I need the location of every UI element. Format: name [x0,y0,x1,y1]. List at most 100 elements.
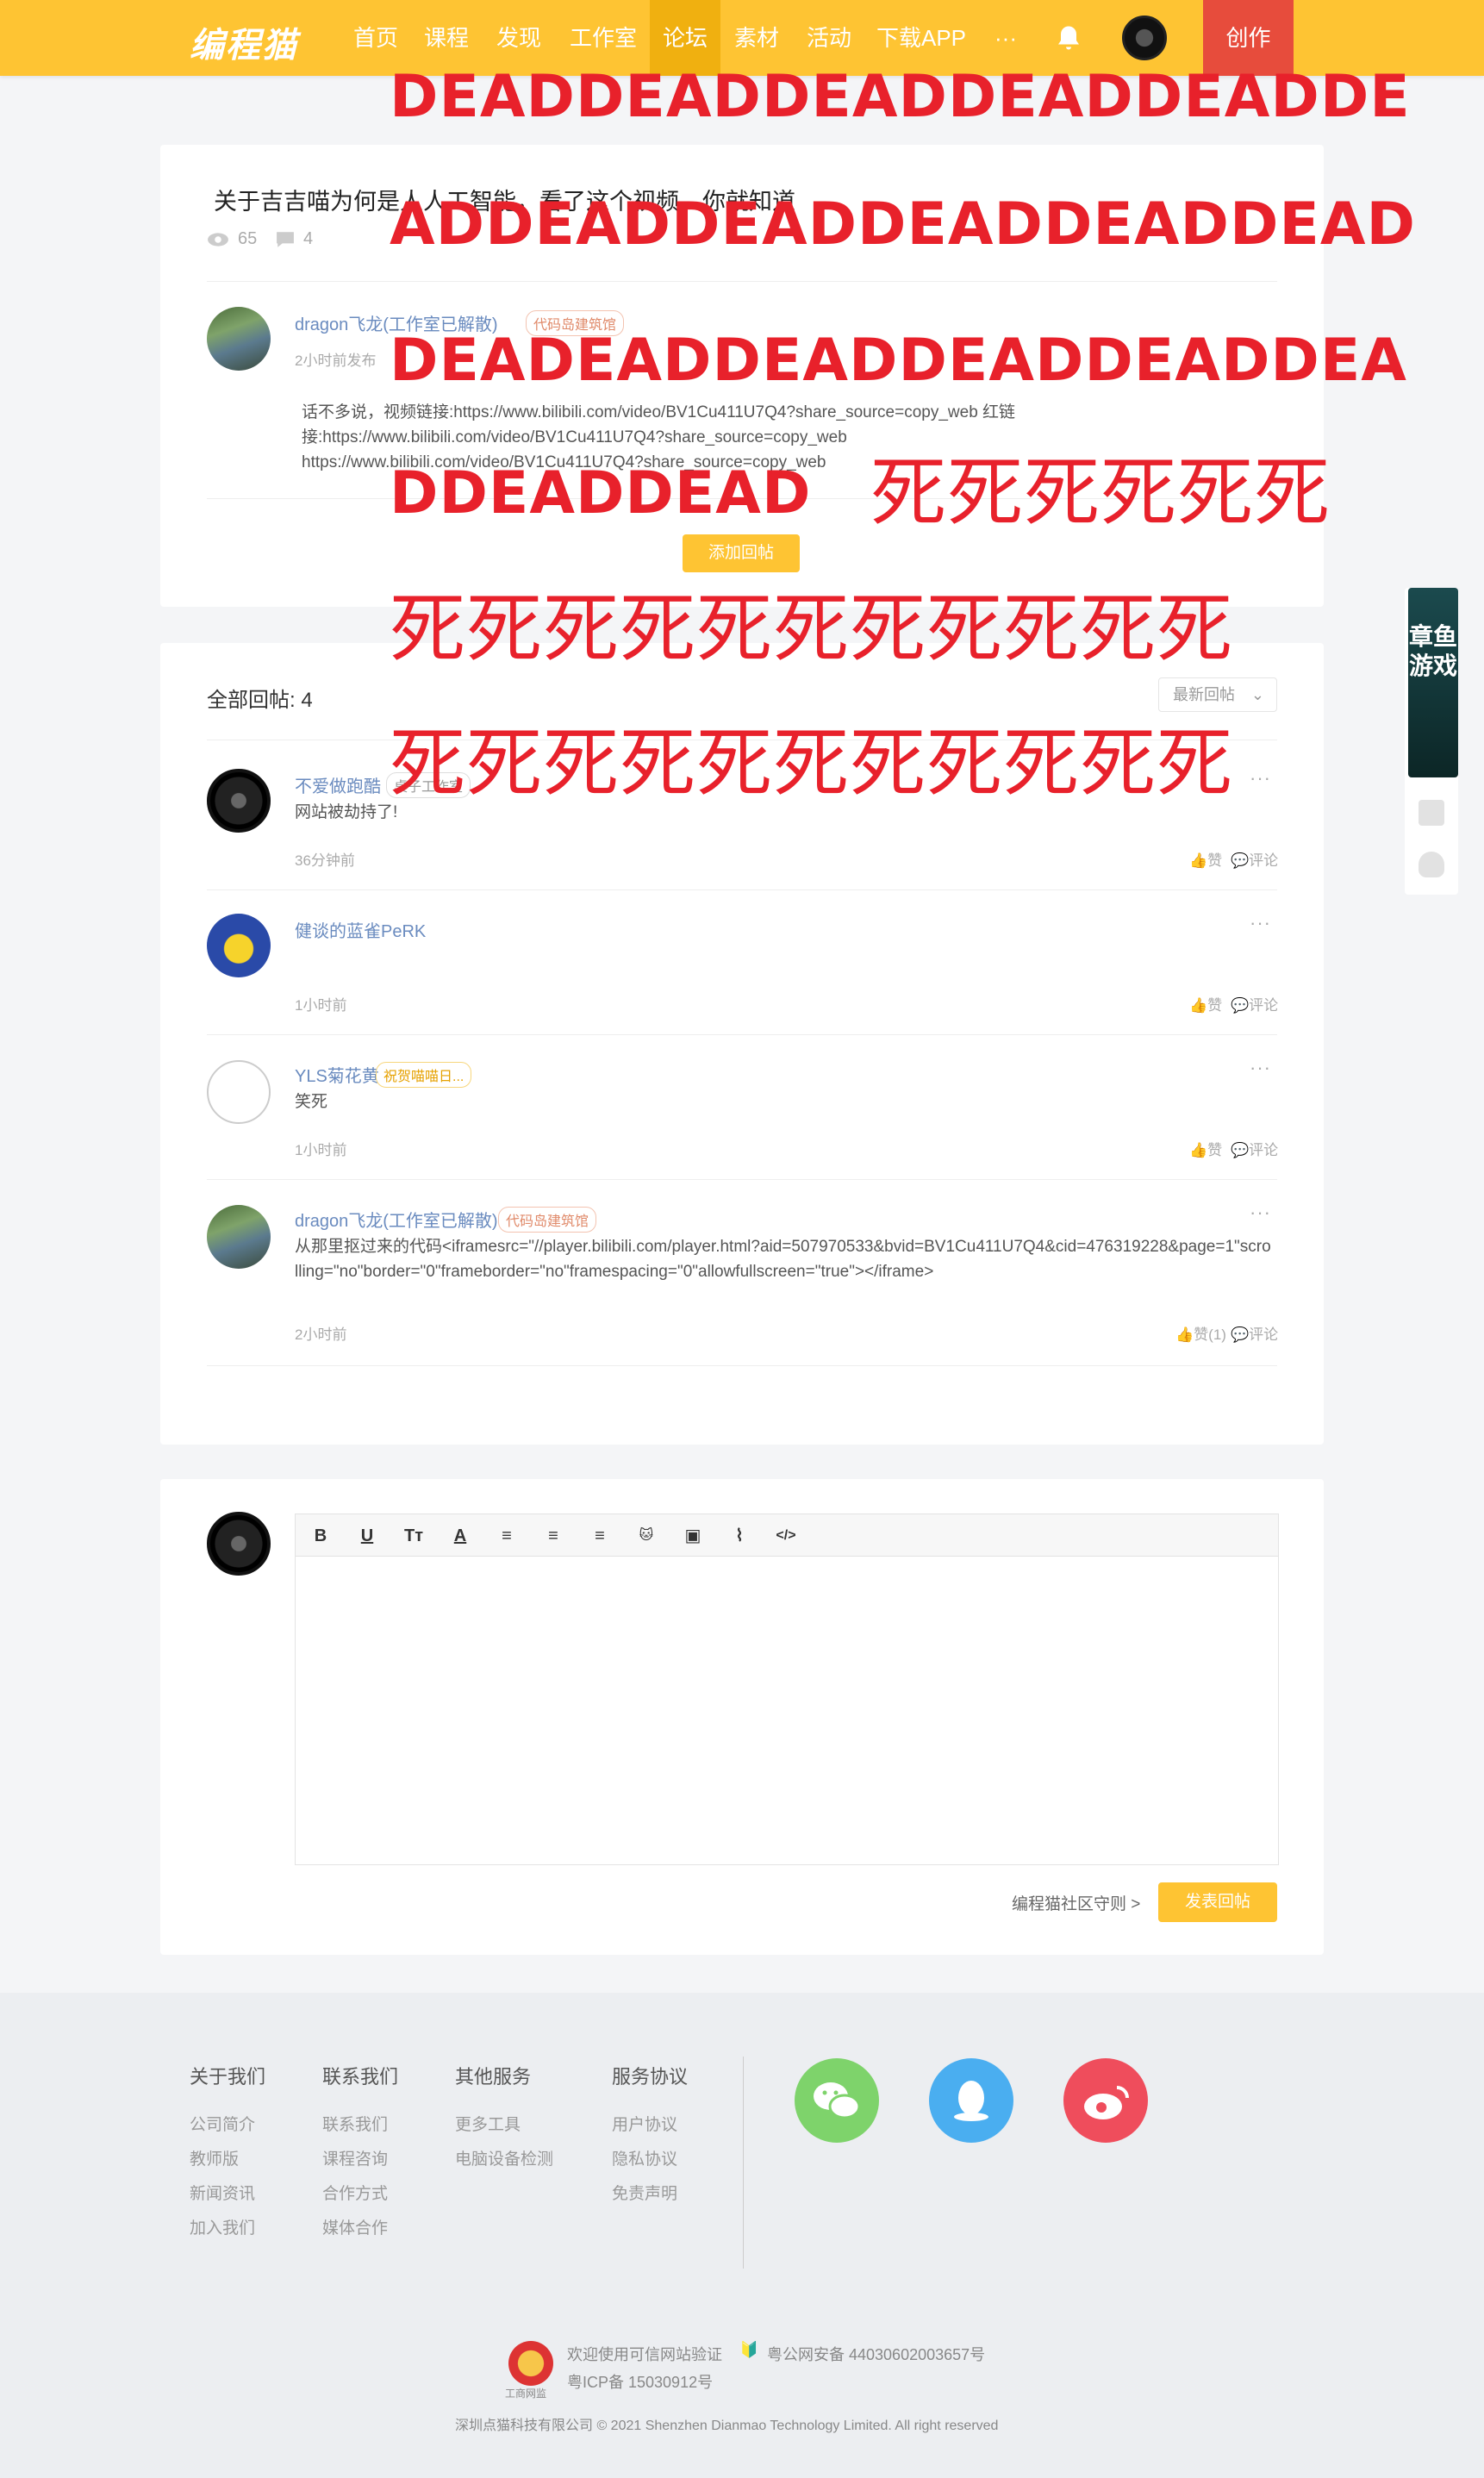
reply-time: 1小时前 [295,1142,347,1158]
footer-link[interactable]: 隐私协议 [612,2146,677,2169]
view-count: 65 [238,229,258,248]
footer-link[interactable]: 更多工具 [455,2112,521,2135]
sort-label: 最新回帖 [1173,686,1235,703]
comment-label: 评论 [1249,1142,1279,1158]
like-button[interactable]: 👍赞 [1189,993,1222,1014]
footer-link[interactable]: 课程咨询 [322,2146,388,2169]
icp-record[interactable]: 粤ICP备 15030912号 [567,2370,713,2393]
more-options-icon[interactable]: ··· [1250,1057,1271,1079]
align-right-icon[interactable]: ≡ [587,1523,613,1549]
reply-text: 从那里抠过来的代码<iframesrc="//player.bilibili.c… [295,1238,1271,1281]
like-button[interactable]: 👍赞 [1189,848,1222,870]
replies-title: 全部回帖: 4 [207,689,313,712]
reply-time: 2小时前 [295,1326,347,1343]
trust-emblem-icon[interactable] [508,2341,553,2386]
overlay-text: DEADDEADDEADDEADDEADDE [390,63,1411,131]
sort-dropdown[interactable]: 最新回帖 ⌄ [1158,677,1277,712]
reply-username[interactable]: 不爱做跑酷 [295,772,381,797]
side-widget: 章鱼游戏 [1405,588,1458,895]
qq-icon[interactable] [929,2058,1013,2143]
current-user-avatar[interactable] [207,1512,271,1576]
reply-username[interactable]: dragon飞龙(工作室已解散) [295,1207,498,1232]
footer-link[interactable]: 加入我们 [190,2215,255,2238]
comment-button[interactable]: 💬评论 [1231,848,1278,870]
more-options-icon[interactable]: ··· [1250,767,1271,790]
reply-avatar[interactable] [207,1060,271,1124]
reply-avatar[interactable] [207,914,271,977]
code-icon[interactable]: </> [773,1523,799,1549]
footer-link[interactable]: 用户协议 [612,2112,677,2135]
comment-icon [277,232,294,247]
overlay-text: DEADEADDEADDEADDEADDEA [390,327,1407,395]
overlay-text: 死死死死死死死死死死死 [390,584,1234,673]
overlay-text: 死死死死死死死死死死死 [390,719,1234,808]
divider [207,1179,1277,1180]
bell-icon[interactable] [1053,22,1084,53]
underline-icon[interactable]: U [354,1523,380,1549]
post-time: 2小时前发布 [295,353,377,369]
more-options-icon[interactable]: ··· [1250,912,1271,934]
comment-button[interactable]: 💬评论 [1231,993,1278,1014]
reply-editor[interactable] [295,1557,1279,1865]
user-avatar[interactable] [1122,16,1167,60]
weibo-icon[interactable] [1063,2058,1148,2143]
footer-link[interactable]: 媒体合作 [322,2215,388,2238]
footer-link[interactable]: 合作方式 [322,2181,388,2204]
divider [207,1034,1277,1035]
like-button[interactable]: 👍赞 [1189,1138,1222,1159]
add-reply-button[interactable]: 添加回帖 [683,534,800,572]
more-options-icon[interactable]: ··· [1250,1202,1271,1224]
footer-divider [743,2057,744,2269]
reply-avatar[interactable] [207,769,271,833]
comment-label: 评论 [1249,852,1279,869]
emoji-icon[interactable]: 🐱 [633,1523,659,1549]
footer-link[interactable]: 联系我们 [322,2112,388,2135]
police-record[interactable]: 粤公网安备 44030602003657号 [767,2343,985,2365]
reply-username[interactable]: 健谈的蓝雀PeRK [295,917,426,942]
overlay-text: ADDEADDEADDEADDEADDEAD [390,190,1416,259]
comment-label: 评论 [1249,997,1279,1014]
align-left-icon[interactable]: ≡ [494,1523,520,1549]
emblem-label: 工商网监 [505,2387,547,2400]
footer-col-title: 关于我们 [190,2066,266,2088]
footer-link[interactable]: 电脑设备检测 [455,2146,553,2169]
reply-badge: 代码岛建筑馆 [498,1207,597,1233]
footer-link[interactable]: 新闻资讯 [190,2181,255,2204]
qq-icon[interactable] [1419,852,1444,877]
bold-icon[interactable]: B [308,1523,334,1549]
author-avatar[interactable] [207,307,271,371]
overlay-text: DDEADDEAD [390,459,812,527]
copyright: 深圳点猫科技有限公司 © 2021 Shenzhen Dianmao Techn… [455,2419,999,2433]
police-badge-icon: 🔰 [739,2341,759,2358]
reply-text: 网站被劫持了! [295,803,398,821]
divider [207,281,1277,282]
game-banner[interactable]: 章鱼游戏 [1408,588,1458,777]
reply-avatar[interactable] [207,1205,271,1269]
comment-count: 4 [303,229,314,248]
comment-button[interactable]: 💬评论 [1231,1138,1278,1159]
like-button[interactable]: 👍赞(1) [1175,1322,1226,1344]
site-logo[interactable]: 编程猫 [190,17,298,67]
footer-link[interactable]: 免责声明 [612,2181,677,2204]
community-rules-link[interactable]: 编程猫社区守则 > [1012,1891,1140,1914]
attachment-icon[interactable]: ⌇ [726,1523,752,1549]
mobile-icon[interactable] [1419,800,1444,826]
align-center-icon[interactable]: ≡ [540,1523,566,1549]
wechat-icon[interactable] [795,2058,879,2143]
font-size-icon[interactable]: Tт [401,1523,427,1549]
eye-icon [208,233,228,247]
chevron-down-icon: ⌄ [1250,686,1264,703]
comment-button[interactable]: 💬评论 [1231,1322,1278,1344]
font-color-icon[interactable]: A [447,1523,473,1549]
comment-label: 评论 [1249,1326,1279,1343]
footer-link[interactable]: 教师版 [190,2146,239,2169]
like-label: 赞 [1207,997,1223,1014]
reply-username[interactable]: YLS菊花黄 [295,1062,379,1087]
overlay-text: 死死死死死死 [870,448,1331,537]
submit-reply-button[interactable]: 发表回帖 [1158,1882,1277,1922]
footer-link[interactable]: 公司简介 [190,2112,255,2135]
editor-toolbar: B U Tт A ≡ ≡ ≡ 🐱 ▣ ⌇ </> [295,1514,1279,1557]
image-icon[interactable]: ▣ [680,1523,706,1549]
footer-col-title: 联系我们 [322,2066,399,2088]
trust-verify-text[interactable]: 欢迎使用可信网站验证 [567,2343,722,2365]
